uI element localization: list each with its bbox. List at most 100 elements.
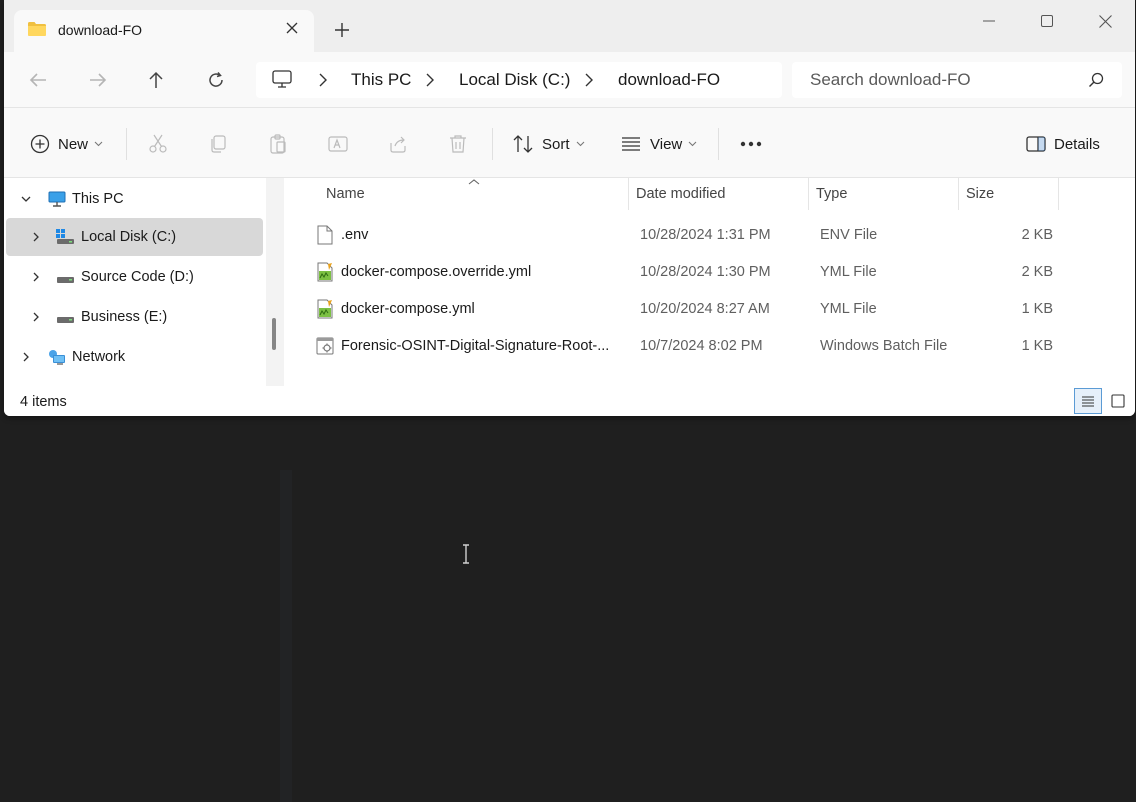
back-button[interactable] xyxy=(24,66,52,94)
rename-icon xyxy=(328,136,348,152)
copy-button[interactable] xyxy=(208,130,228,158)
sidebar-item-source-code-d[interactable]: Source Code (D:) xyxy=(6,258,263,296)
view-button[interactable]: View xyxy=(620,130,697,158)
sidebar-item-label: This PC xyxy=(72,191,124,207)
file-icon xyxy=(317,225,333,245)
file-type: YML File xyxy=(820,264,877,280)
sort-button-label: Sort xyxy=(542,135,570,153)
column-header-size[interactable]: Size xyxy=(958,178,1058,212)
delete-button[interactable] xyxy=(448,130,468,158)
table-row[interactable]: docker-compose.override.yml 10/28/2024 1… xyxy=(308,253,1068,289)
close-icon xyxy=(286,22,298,34)
new-tab-button[interactable] xyxy=(330,18,354,42)
refresh-button[interactable] xyxy=(202,66,230,94)
drive-icon xyxy=(57,317,74,323)
navigation-scrollbar[interactable] xyxy=(266,178,284,386)
file-size: 2 KB xyxy=(1021,264,1053,280)
breadcrumb-this-pc[interactable]: This PC xyxy=(351,70,411,90)
file-size: 2 KB xyxy=(1021,227,1053,243)
cut-button[interactable] xyxy=(148,130,168,158)
chevron-right-icon xyxy=(585,73,593,87)
table-row[interactable]: .env 10/28/2024 1:31 PM ENV File 2 KB xyxy=(308,216,1068,252)
sort-icon xyxy=(513,135,533,153)
large-icons-view-button[interactable] xyxy=(1104,388,1132,414)
plus-icon xyxy=(335,23,349,37)
file-name: docker-compose.override.yml xyxy=(341,264,532,280)
item-count: 4 items xyxy=(20,394,67,410)
paste-button[interactable] xyxy=(268,130,288,158)
sidebar-item-this-pc[interactable]: This PC xyxy=(6,180,263,218)
file-date: 10/28/2024 1:31 PM xyxy=(640,227,771,243)
file-date: 10/20/2024 8:27 AM xyxy=(640,301,770,317)
file-type: YML File xyxy=(820,301,877,317)
sidebar-item-local-disk-c[interactable]: Local Disk (C:) xyxy=(6,218,263,256)
maximize-button[interactable] xyxy=(1024,6,1070,36)
close-icon xyxy=(1098,14,1112,28)
up-button[interactable] xyxy=(142,66,170,94)
details-button-label: Details xyxy=(1054,135,1100,153)
share-button[interactable] xyxy=(388,130,408,158)
minimize-button[interactable] xyxy=(966,6,1012,36)
chevron-right-icon xyxy=(23,352,29,362)
search-box[interactable] xyxy=(792,62,1122,98)
ellipsis-icon xyxy=(740,141,762,147)
table-row[interactable]: docker-compose.yml 10/20/2024 8:27 AM YM… xyxy=(308,290,1068,326)
close-window-button[interactable] xyxy=(1082,6,1128,36)
column-header-name[interactable]: Name xyxy=(318,178,628,212)
copy-icon xyxy=(211,135,226,153)
view-list-icon xyxy=(622,137,640,151)
column-header-label: Date modified xyxy=(636,186,726,202)
sidebar-item-label: Network xyxy=(72,349,126,365)
command-bar: New Sort View Details xyxy=(4,108,1135,178)
new-button[interactable]: New xyxy=(30,130,103,158)
breadcrumb-local-disk[interactable]: Local Disk (C:) xyxy=(459,70,570,90)
drive-icon xyxy=(56,229,74,244)
trash-icon xyxy=(450,135,466,153)
details-button[interactable]: Details xyxy=(1026,130,1100,158)
sidebar-item-label: Business (E:) xyxy=(81,309,168,325)
column-header-type[interactable]: Type xyxy=(808,178,958,212)
chevron-down-icon xyxy=(576,141,584,147)
chevron-right-icon xyxy=(33,272,39,282)
sidebar-item-business-e[interactable]: Business (E:) xyxy=(6,298,263,336)
see-more-button[interactable] xyxy=(740,130,762,158)
rename-button[interactable] xyxy=(328,130,350,158)
tab-title: download-FO xyxy=(58,22,143,38)
forward-button[interactable] xyxy=(84,66,112,94)
sort-button[interactable]: Sort xyxy=(512,130,585,158)
yml-file-icon xyxy=(317,262,333,282)
folder-icon xyxy=(28,22,46,36)
toolbar-divider xyxy=(492,128,493,160)
toolbar-divider xyxy=(718,128,719,160)
file-size: 1 KB xyxy=(1021,301,1053,317)
maximize-icon xyxy=(1041,15,1053,27)
file-name: docker-compose.yml xyxy=(341,301,475,317)
new-button-label: New xyxy=(58,135,89,153)
background-shadow xyxy=(280,470,292,802)
search-input[interactable] xyxy=(792,62,1082,98)
table-row[interactable]: Forensic-OSINT-Digital-Signature-Root-..… xyxy=(308,327,1068,363)
minimize-icon xyxy=(983,20,995,22)
paste-icon xyxy=(270,134,286,154)
status-bar: 4 items xyxy=(4,386,1135,416)
file-date: 10/7/2024 8:02 PM xyxy=(640,338,763,354)
sidebar-item-network[interactable]: Network xyxy=(6,338,263,376)
scrollbar-thumb[interactable] xyxy=(272,318,276,350)
view-button-label: View xyxy=(650,135,683,153)
tab-close-button[interactable] xyxy=(282,18,302,38)
column-divider[interactable] xyxy=(1058,178,1059,210)
file-size: 1 KB xyxy=(1021,338,1053,354)
toolbar-divider xyxy=(126,128,127,160)
breadcrumb-download-fo[interactable]: download-FO xyxy=(618,70,720,90)
tab-download-fo[interactable]: download-FO xyxy=(14,10,314,52)
breadcrumb[interactable]: This PC Local Disk (C:) download-FO xyxy=(256,62,782,98)
file-name: Forensic-OSINT-Digital-Signature-Root-..… xyxy=(341,338,610,354)
sidebar-item-label: Source Code (D:) xyxy=(81,269,194,285)
navigation-pane: This PC Local Disk (C:) Source Code (D:)… xyxy=(4,178,266,386)
details-view-button[interactable] xyxy=(1074,388,1102,414)
up-arrow-icon xyxy=(149,71,163,88)
chevron-right-icon xyxy=(33,312,39,322)
file-date: 10/28/2024 1:30 PM xyxy=(640,264,771,280)
chevron-right-icon xyxy=(33,232,39,242)
column-header-date[interactable]: Date modified xyxy=(628,178,808,212)
